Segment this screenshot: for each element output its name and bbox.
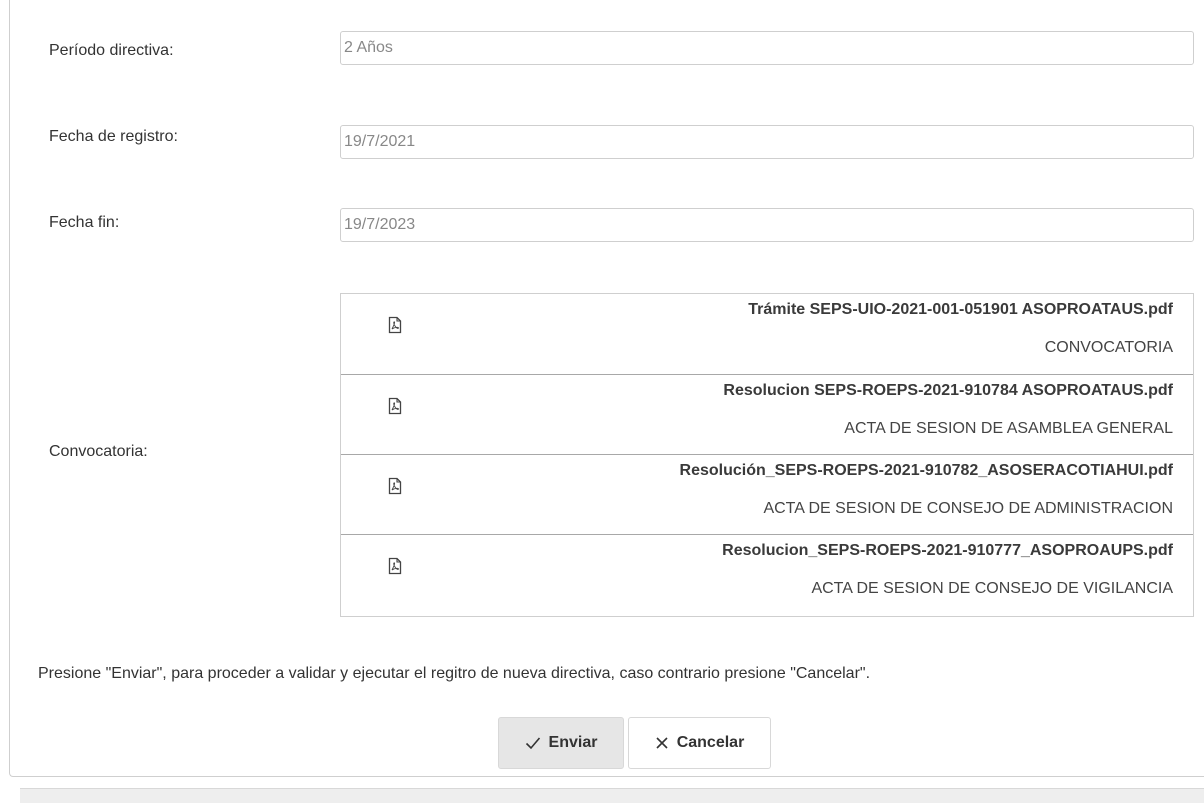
fecha-registro-field[interactable]: 19/7/2021 [340, 125, 1194, 159]
document-name[interactable]: Resolución_SEPS-ROEPS-2021-910782_ASOSER… [680, 461, 1173, 481]
close-icon [655, 736, 669, 750]
check-icon [525, 736, 541, 750]
pdf-file-icon[interactable] [387, 477, 403, 495]
send-button-label: Enviar [548, 734, 598, 751]
cancel-button-label: Cancelar [676, 734, 745, 751]
cancel-button[interactable]: Cancelar [628, 717, 771, 769]
pdf-file-icon[interactable] [387, 557, 403, 575]
bottom-scrollbar[interactable] [20, 788, 1204, 803]
document-type: ACTA DE SESION DE CONSEJO DE VIGILANCIA [811, 580, 1173, 597]
fecha-fin-field[interactable]: 19/7/2023 [340, 208, 1194, 242]
document-item[interactable]: Resolución_SEPS-ROEPS-2021-910782_ASOSER… [341, 454, 1193, 534]
convocatoria-label: Convocatoria: [49, 443, 148, 460]
document-item[interactable]: Trámite SEPS-UIO-2021-001-051901 ASOPROA… [341, 294, 1193, 374]
periodo-field[interactable]: 2 Años [340, 31, 1194, 65]
fecha-fin-label: Fecha fin: [49, 214, 120, 231]
document-item[interactable]: Resolucion_SEPS-ROEPS-2021-910777_ASOPRO… [341, 534, 1193, 614]
document-type: ACTA DE SESION DE ASAMBLEA GENERAL [844, 420, 1173, 437]
document-name[interactable]: Resolucion_SEPS-ROEPS-2021-910777_ASOPRO… [722, 541, 1173, 561]
pdf-file-icon[interactable] [387, 316, 403, 334]
document-name[interactable]: Trámite SEPS-UIO-2021-001-051901 ASOPROA… [748, 300, 1173, 320]
send-button[interactable]: Enviar [498, 717, 624, 769]
pdf-file-icon[interactable] [387, 397, 403, 415]
document-name[interactable]: Resolucion SEPS-ROEPS-2021-910784 ASOPRO… [723, 381, 1173, 401]
confirmation-notice: Presione "Enviar", para proceder a valid… [38, 665, 871, 682]
fecha-registro-label: Fecha de registro: [49, 128, 178, 145]
document-type: CONVOCATORIA [1044, 339, 1173, 356]
document-item[interactable]: Resolucion SEPS-ROEPS-2021-910784 ASOPRO… [341, 374, 1193, 454]
periodo-label: Período directiva: [49, 42, 174, 59]
documents-list: Trámite SEPS-UIO-2021-001-051901 ASOPROA… [340, 293, 1194, 617]
document-type: ACTA DE SESION DE CONSEJO DE ADMINISTRAC… [763, 500, 1173, 517]
